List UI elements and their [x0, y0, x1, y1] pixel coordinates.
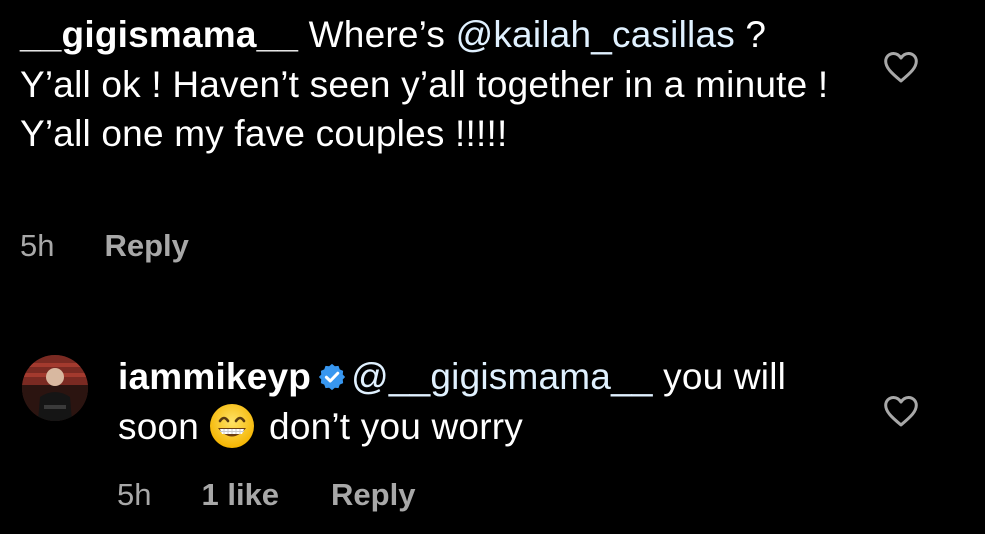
- comment-timestamp: 5h: [20, 228, 55, 263]
- comment-timestamp: 5h: [117, 477, 152, 512]
- comment-text: Where’s: [298, 14, 456, 55]
- reply-button[interactable]: Reply: [331, 477, 415, 513]
- likes-count[interactable]: 1 like: [201, 477, 279, 513]
- avatar[interactable]: [22, 355, 88, 421]
- comment-username[interactable]: iammikeyp: [118, 356, 311, 397]
- comment-meta: 5h 1 like Reply: [117, 477, 415, 513]
- verified-badge-icon: [318, 363, 346, 391]
- comment-mention[interactable]: @kailah_casillas: [456, 14, 735, 55]
- comment-body: __gigismama__ Where’s @kailah_casillas ?…: [20, 10, 840, 159]
- reply-button[interactable]: Reply: [104, 228, 188, 264]
- comment-body: iammikeyp @__gigismama__ you will soon don…: [118, 352, 838, 451]
- heart-outline-icon[interactable]: [883, 50, 919, 84]
- comment-item: __gigismama__ Where’s @kailah_casillas ?…: [0, 10, 985, 280]
- comment-mention[interactable]: @__gigismama__: [351, 356, 653, 397]
- comment-text: don’t you worry: [269, 405, 523, 447]
- avatar-image: [22, 355, 88, 421]
- comment-username[interactable]: __gigismama__: [20, 14, 298, 55]
- comment-item: iammikeyp @__gigismama__ you will soon don…: [0, 352, 985, 534]
- grinning-face-emoji-icon: [210, 403, 255, 448]
- comment-meta: 5h Reply: [20, 228, 189, 264]
- heart-outline-icon[interactable]: [883, 394, 919, 428]
